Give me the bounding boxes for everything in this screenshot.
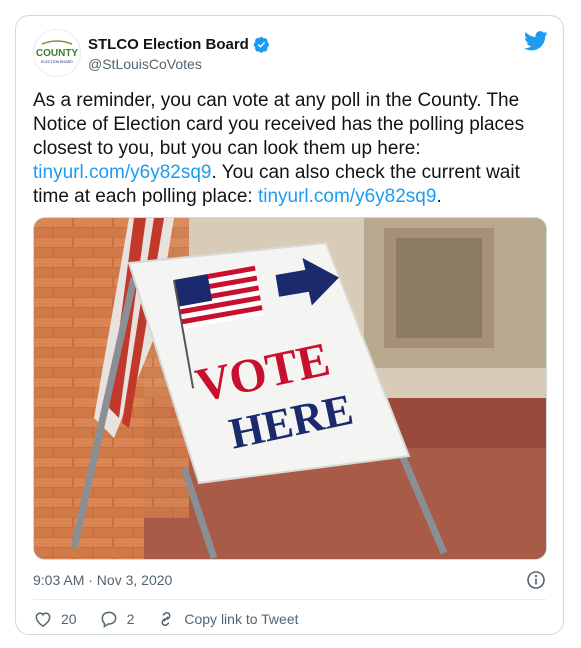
county-logo-icon: COUNTY ELECTION BOARD	[34, 30, 80, 76]
divider	[33, 599, 546, 600]
tweet-text-part1: As a reminder, you can vote at any poll …	[33, 90, 525, 159]
copy-link-label: Copy link to Tweet	[184, 611, 299, 627]
info-icon[interactable]	[526, 570, 546, 595]
heart-icon	[35, 612, 51, 627]
account-handle[interactable]: @StLouisCoVotes	[88, 56, 202, 72]
tweet-text-part3: .	[436, 186, 442, 207]
vote-here-sign-photo: VOTE HERE	[34, 218, 546, 559]
display-name[interactable]: STLCO Election Board	[88, 36, 249, 53]
avatar[interactable]: COUNTY ELECTION BOARD	[33, 29, 81, 77]
reply-button[interactable]: 2	[99, 609, 135, 629]
polling-lookup-link[interactable]: tinyurl.com/y6y82sq9	[33, 162, 211, 183]
reply-bubble-icon	[101, 611, 116, 628]
tweet-timestamp[interactable]: 9:03 AM · Nov 3, 2020	[33, 572, 172, 588]
copy-link-button[interactable]: Copy link to Tweet	[156, 609, 299, 629]
verified-badge-icon	[253, 36, 269, 53]
wait-time-link[interactable]: tinyurl.com/y6y82sq9	[258, 186, 436, 207]
avatar-text-bottom: ELECTION BOARD	[41, 60, 73, 64]
reply-count: 2	[126, 611, 135, 627]
like-count: 20	[61, 611, 77, 627]
action-bar: 20 2 Copy link to Tweet	[33, 609, 321, 629]
like-button[interactable]: 20	[33, 609, 77, 629]
tweet-card: COUNTY ELECTION BOARD STLCO Election Boa…	[15, 15, 564, 635]
twitter-bird-icon[interactable]	[524, 31, 548, 56]
link-icon	[161, 611, 171, 627]
name-row: STLCO Election Board	[88, 36, 270, 53]
tweet-text: As a reminder, you can vote at any poll …	[33, 89, 553, 209]
avatar-text-top: COUNTY	[36, 48, 79, 59]
tweet-photo[interactable]: VOTE HERE	[33, 217, 547, 560]
